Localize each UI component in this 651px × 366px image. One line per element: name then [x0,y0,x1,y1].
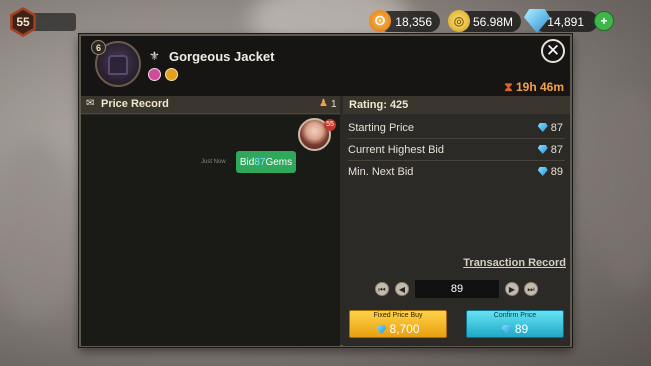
price-tag-icon: ✉ [86,98,95,109]
fixed-price-label: Fixed Price Buy [373,312,423,319]
effect-icon [165,68,178,81]
hourglass-icon: ⧗ [504,80,513,94]
bidder-icon: ♟ [319,98,328,109]
item-level-badge: 6 [91,40,106,55]
starting-price-value: 87 [550,122,563,134]
starting-price-label: Starting Price [348,122,415,134]
add-gems-button[interactable]: + [594,11,614,31]
gold-value: 56.98M [472,14,513,29]
gear-slot-icon: ⚜ [149,49,160,63]
bid-time: Just Now [201,159,226,165]
auction-details-panel: Rating: 425 Starting Price 87 Current Hi… [343,96,570,346]
xp-bar [34,13,76,31]
stamina-value: 18,356 [395,14,432,29]
close-button[interactable]: ✕ [541,39,565,63]
price-record-header: ✉ Price Record ♟ 1 [81,96,340,114]
background-blur [590,90,651,290]
auction-timer: ⧗ 19h 46m [504,80,564,95]
auction-item-window: 6 ⚜ Gorgeous Jacket ✕ ⧗ 19h 46m ✉ Price … [79,34,572,347]
player-level-badge[interactable]: 55 [10,7,36,37]
max-bid-button[interactable]: ⏭ [524,282,538,296]
jacket-icon [108,55,128,75]
bid-suffix: Gems [265,156,293,168]
gem-icon [376,325,387,334]
fixed-price-value: 8,700 [389,322,420,336]
bidder-count: 1 [331,99,337,110]
price-record-entry: Just Now Bid 87 Gems 55 [81,115,340,175]
bid-amount: 87 [254,156,266,168]
timer-value: 19h 46m [515,80,564,94]
min-next-bid-value: 89 [550,166,563,178]
gem-icon [537,145,548,154]
item-name: Gorgeous Jacket [169,49,275,64]
bid-bubble: Bid 87 Gems [236,151,296,173]
gold-coin-icon: ◎ [448,10,470,32]
current-highest-bid-value: 87 [550,144,563,156]
gem-icon [537,123,548,132]
decrease-bid-button[interactable]: ◀ [395,282,409,296]
skill-icon [148,68,161,81]
player-level: 55 [16,15,30,29]
fixed-price-buy-button[interactable]: Fixed Price Buy 8,700 [349,310,447,338]
price-record-list[interactable]: Just Now Bid 87 Gems 55 [81,115,340,346]
transaction-record-link[interactable]: Transaction Record [463,257,566,269]
background-blur [0,140,80,320]
skip-forward-icon: ⏭ [527,285,535,294]
stamina-icon: ⵙ [369,10,391,32]
gem-icon [501,325,512,334]
bidder-level-badge: 55 [324,119,336,131]
bid-prefix: Bid [239,156,255,168]
confirm-price-button[interactable]: Confirm Price 89 [466,310,564,338]
item-level: 6 [95,42,101,53]
gems-value: 14,891 [547,14,584,29]
min-next-bid-row: Min. Next Bid 89 [348,161,565,183]
bid-quantity-field[interactable]: 89 [415,280,499,298]
plus-icon: + [600,14,608,28]
min-bid-button[interactable]: ⏮ [375,282,389,296]
price-record-title: Price Record [101,98,169,110]
min-next-bid-label: Min. Next Bid [348,166,414,178]
confirm-price-label: Confirm Price [493,312,537,319]
item-header: 6 ⚜ Gorgeous Jacket ✕ ⧗ 19h 46m [81,36,570,96]
chevron-left-icon: ◀ [398,285,406,294]
current-highest-bid-label: Current Highest Bid [348,144,444,156]
confirm-price-value: 89 [514,322,529,336]
increase-bid-button[interactable]: ▶ [505,282,519,296]
item-rating: Rating: 425 [343,96,570,114]
gem-icon [537,167,548,176]
starting-price-row: Starting Price 87 [348,117,565,139]
bidder-level: 55 [326,121,334,128]
skip-back-icon: ⏮ [378,285,386,294]
chevron-right-icon: ▶ [508,285,516,294]
close-icon: ✕ [545,41,561,60]
current-highest-bid-row: Current Highest Bid 87 [348,139,565,161]
